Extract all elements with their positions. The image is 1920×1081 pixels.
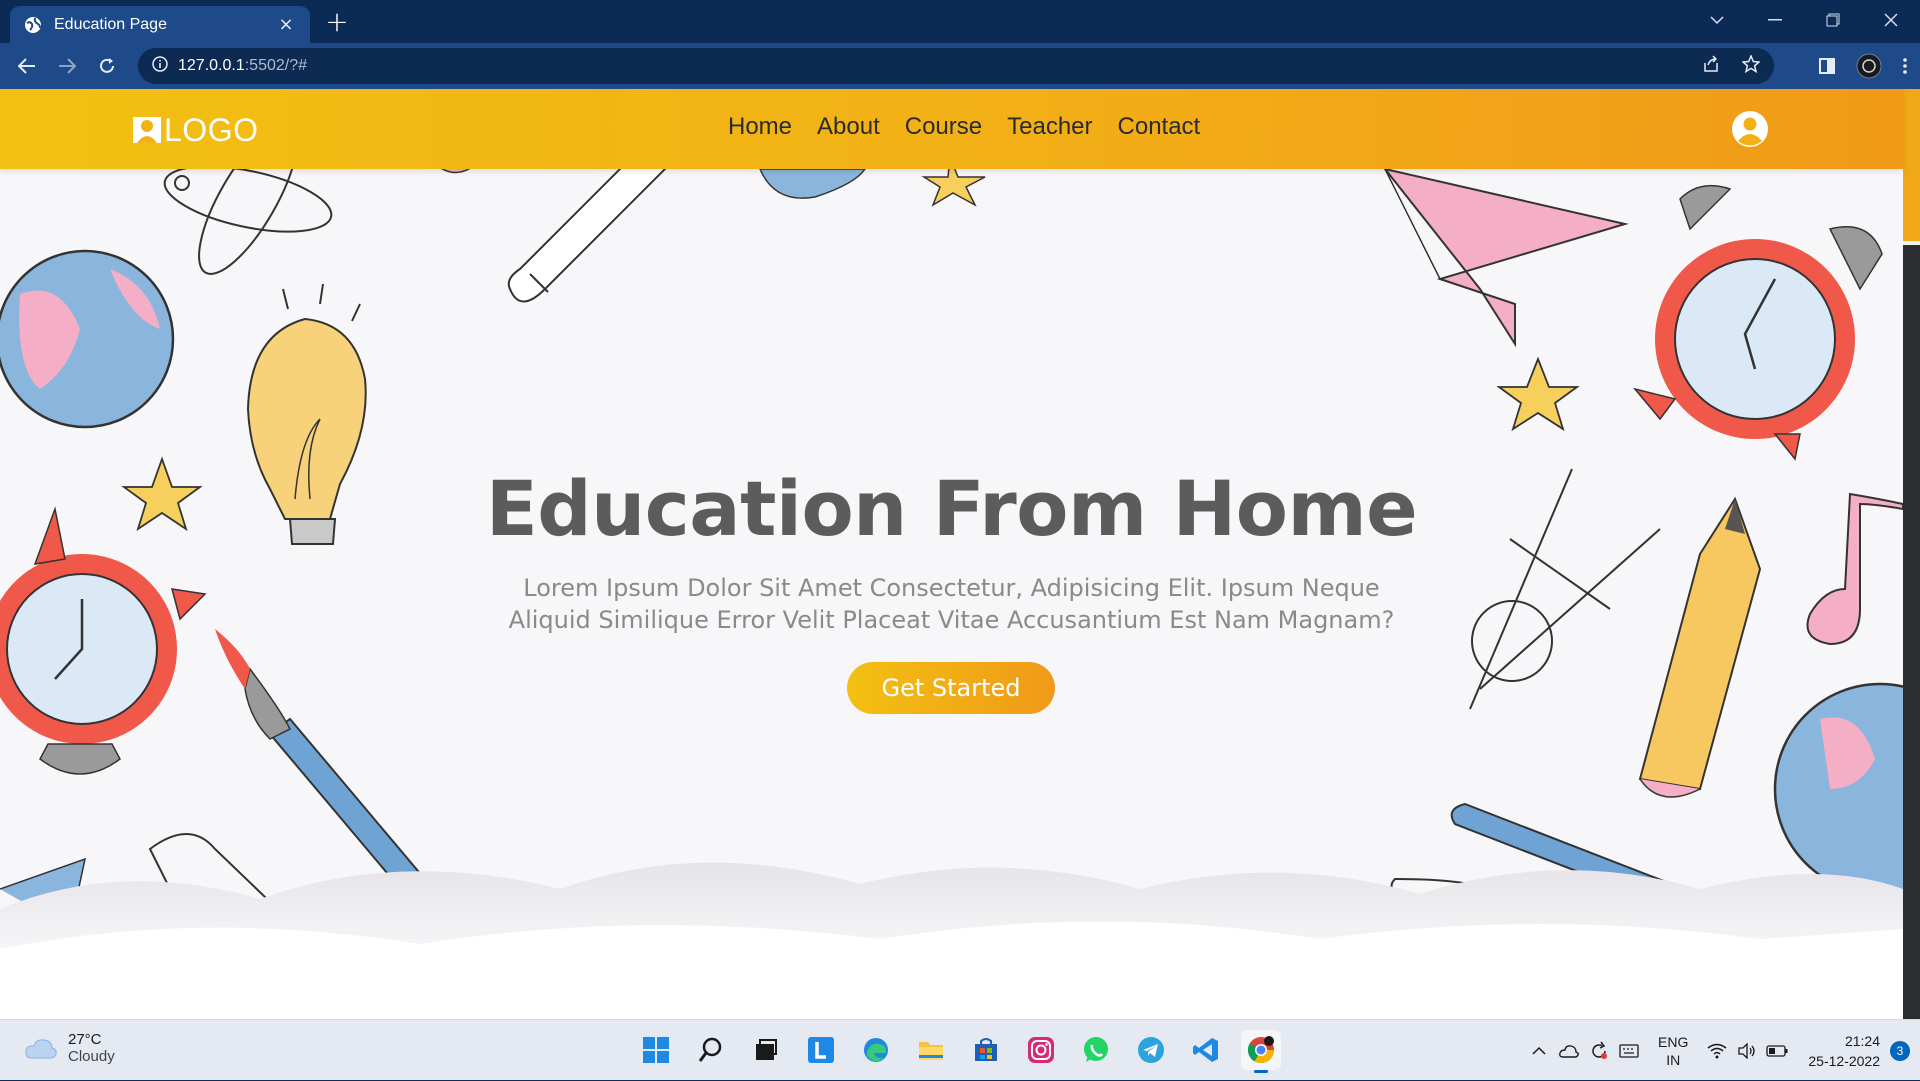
nav-course[interactable]: Course: [905, 113, 982, 141]
nav-teacher[interactable]: Teacher: [1007, 113, 1092, 141]
toolbar-right: [1806, 51, 1920, 81]
browser-menu-icon[interactable]: [1890, 58, 1920, 74]
store-icon[interactable]: [966, 1030, 1006, 1070]
keyboard-icon[interactable]: [1614, 1043, 1644, 1058]
weather-desc: Cloudy: [68, 1048, 115, 1065]
wifi-icon[interactable]: [1702, 1043, 1732, 1059]
telegram-icon[interactable]: [1131, 1030, 1171, 1070]
taskbar-apps: [636, 1030, 1281, 1073]
site-info-icon[interactable]: [152, 56, 168, 76]
clock-date: 25-12-2022: [1808, 1052, 1880, 1069]
browser-toolbar: 127.0.0.1:5502/?#: [0, 43, 1920, 89]
page-viewport: LOGO Home About Course Teacher Contact E…: [0, 89, 1920, 1019]
tab-title: Education Page: [54, 15, 167, 33]
marker-doodle: [507, 147, 667, 303]
site-logo[interactable]: LOGO: [132, 110, 258, 150]
instagram-icon[interactable]: [1021, 1030, 1061, 1070]
vscode-icon[interactable]: [1186, 1030, 1226, 1070]
clock-time: 21:24: [1844, 1032, 1880, 1049]
user-account-icon[interactable]: [1731, 110, 1769, 148]
sync-icon[interactable]: [1584, 1041, 1614, 1061]
share-icon[interactable]: [1702, 55, 1720, 77]
reload-icon[interactable]: [92, 51, 122, 81]
file-explorer-icon[interactable]: [911, 1030, 951, 1070]
profile-avatar-icon[interactable]: [1848, 53, 1890, 79]
new-tab-button[interactable]: +: [322, 8, 352, 38]
whatsapp-icon[interactable]: [1076, 1030, 1116, 1070]
input-language[interactable]: ENG IN: [1658, 1033, 1688, 1069]
show-hidden-icons-chevron-icon[interactable]: [1524, 1046, 1554, 1056]
tab-search-chevron-icon[interactable]: [1688, 0, 1746, 40]
scrollbar-track-lower[interactable]: [1903, 245, 1920, 1019]
teacher-logo-icon: [133, 117, 161, 143]
logo-text: LOGO: [164, 111, 259, 148]
forward-icon[interactable]: [52, 51, 82, 81]
task-view-icon[interactable]: [746, 1030, 786, 1070]
alarm-clock-doodle-right: [1632, 184, 1883, 461]
windows-taskbar: 27°C Cloudy ENG IN 21:24 25-12-2022 3: [0, 1019, 1920, 1080]
l-app-icon[interactable]: [801, 1030, 841, 1070]
notification-badge[interactable]: 3: [1890, 1040, 1910, 1061]
url-path: :5502/?#: [244, 57, 308, 74]
volume-icon[interactable]: [1732, 1042, 1762, 1059]
active-app-indicator: [1254, 1070, 1268, 1073]
nav-about[interactable]: About: [817, 113, 880, 141]
globe-favicon-icon: [24, 16, 42, 34]
url-host: 127.0.0.1: [178, 57, 245, 74]
side-panel-icon[interactable]: [1806, 58, 1848, 74]
get-started-button[interactable]: Get Started: [847, 662, 1055, 714]
weather-widget[interactable]: 27°C Cloudy: [24, 1031, 115, 1065]
hero-subtitle: Lorem Ipsum Dolor Sit Amet Consectetur, …: [508, 574, 1395, 634]
url-text: 127.0.0.1:5502/?#: [178, 57, 307, 75]
browser-tab-strip: Education Page × +: [0, 0, 1920, 43]
search-icon[interactable]: [691, 1030, 731, 1070]
edge-icon[interactable]: [856, 1030, 896, 1070]
close-window-icon[interactable]: [1862, 0, 1920, 40]
chrome-icon[interactable]: [1241, 1030, 1281, 1073]
address-bar[interactable]: 127.0.0.1:5502/?#: [138, 48, 1774, 84]
lang-line-1: ENG: [1658, 1033, 1689, 1050]
system-tray: ENG IN 21:24 25-12-2022 3: [1524, 1020, 1920, 1081]
paper-plane-doodle: [1382, 167, 1629, 348]
minimize-icon[interactable]: [1746, 0, 1804, 40]
back-icon[interactable]: [12, 51, 42, 81]
lang-line-2: IN: [1666, 1051, 1681, 1068]
globe-doodle-left: [0, 249, 175, 429]
hero-title: Education From Home: [485, 464, 1418, 553]
nav-home[interactable]: Home: [728, 113, 792, 141]
cloud-band-decoration: [0, 862, 1903, 1019]
onedrive-cloud-icon[interactable]: [1554, 1043, 1584, 1059]
cloud-icon: [25, 1039, 57, 1059]
bookmark-star-icon[interactable]: [1741, 54, 1761, 77]
browser-tab[interactable]: Education Page ×: [10, 6, 310, 43]
scrollbar-thumb[interactable]: [1903, 89, 1920, 241]
clock[interactable]: 21:24 25-12-2022: [1808, 1031, 1880, 1071]
main-nav: Home About Course Teacher Contact: [728, 113, 1200, 141]
window-controls: [1688, 0, 1920, 40]
restore-icon[interactable]: [1804, 0, 1862, 40]
battery-icon[interactable]: [1762, 1044, 1792, 1057]
site-header: LOGO Home About Course Teacher Contact: [0, 89, 1903, 169]
start-icon[interactable]: [636, 1030, 676, 1070]
tab-close-icon[interactable]: ×: [276, 14, 296, 35]
nav-contact[interactable]: Contact: [1118, 113, 1201, 141]
weather-temp: 27°C: [68, 1031, 102, 1048]
